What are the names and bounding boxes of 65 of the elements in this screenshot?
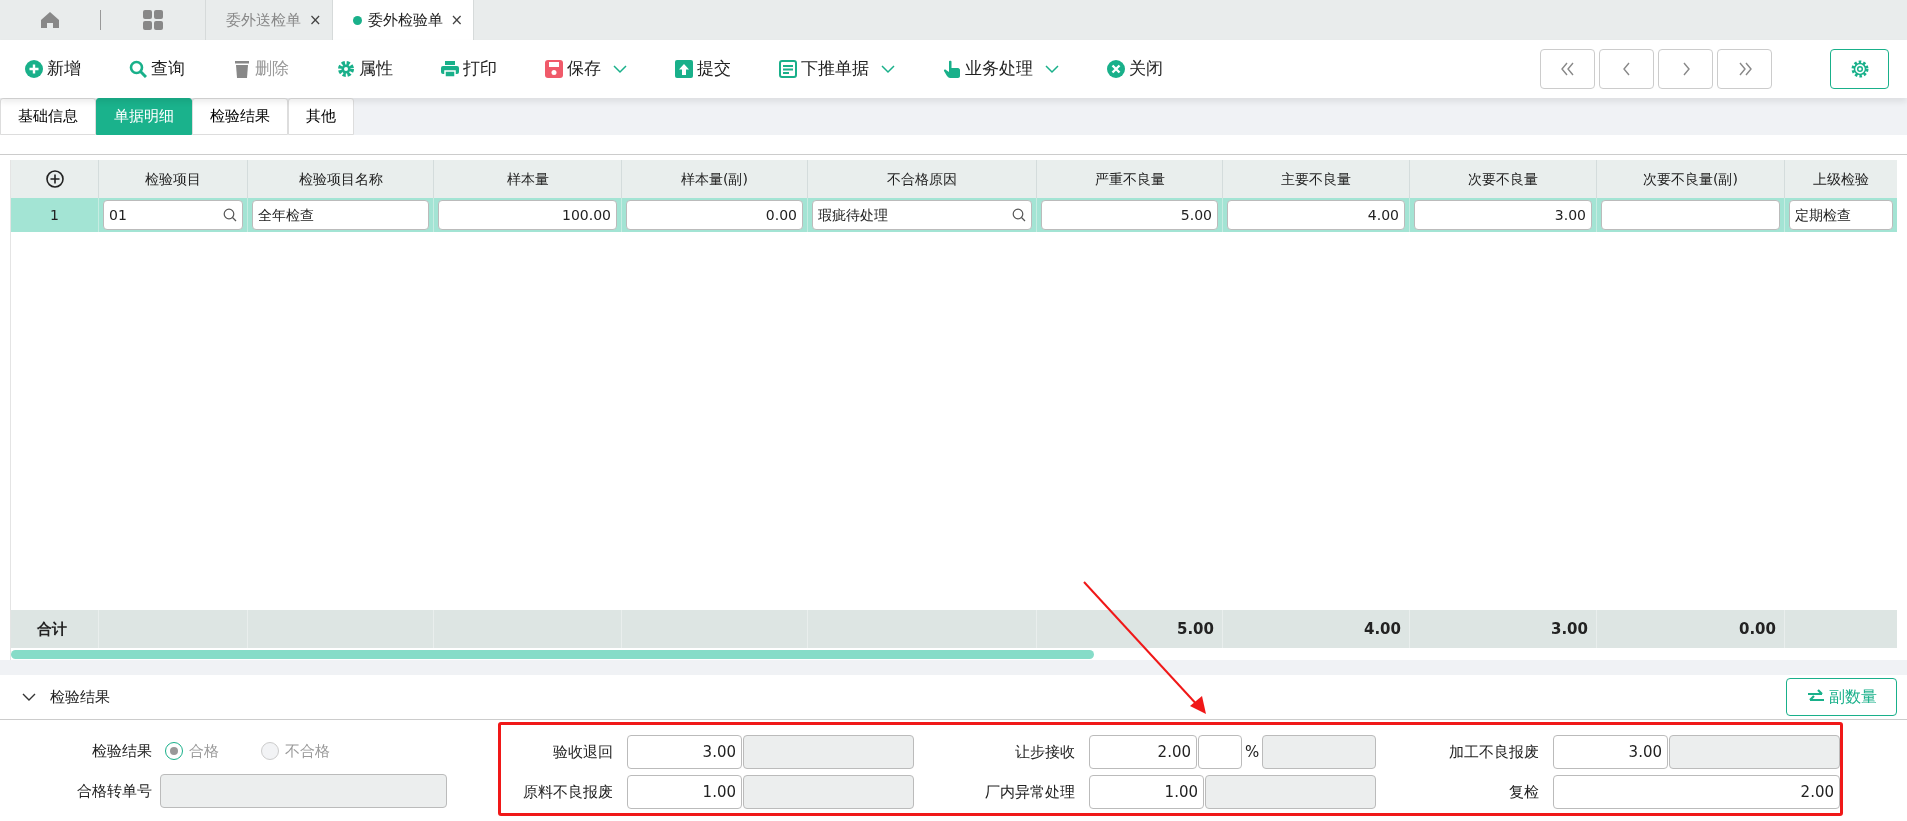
toolbar-button[interactable]: 业务处理 xyxy=(943,56,1059,82)
plus-circle-icon xyxy=(25,60,43,78)
field-label: 原料不良报废 xyxy=(522,781,614,803)
toolbar-button[interactable]: 打印 xyxy=(441,56,497,82)
trash-icon xyxy=(233,60,251,78)
lookup-field[interactable]: 瑕疵待处理 xyxy=(812,200,1032,230)
search-icon xyxy=(223,208,237,222)
field-label: 验收退回 xyxy=(552,741,614,763)
field-label: 加工不良报废 xyxy=(1448,741,1540,763)
number-field[interactable]: 5.00 xyxy=(1041,200,1218,230)
chevron-down-icon xyxy=(881,64,895,74)
number-field[interactable]: 100.00 xyxy=(438,200,617,230)
add-row-icon[interactable] xyxy=(45,170,64,188)
close-button[interactable]: × xyxy=(448,8,466,32)
section-tab[interactable]: 基础信息 xyxy=(0,98,96,135)
chevron-down-icon xyxy=(1045,64,1059,74)
transfer-number-field[interactable] xyxy=(160,774,447,808)
search-icon xyxy=(129,60,147,78)
toolbar-button[interactable]: 下推单据 xyxy=(779,56,895,82)
tab-label[interactable]: 委外检验单 xyxy=(367,8,443,32)
number-field[interactable]: 4.00 xyxy=(1227,200,1405,230)
toolbar-button[interactable]: 保存 xyxy=(545,56,627,82)
scrollbar-thumb[interactable] xyxy=(11,650,1094,659)
number-field[interactable]: 1.00 xyxy=(1089,775,1204,809)
text-field[interactable]: 定期检查 xyxy=(1789,200,1893,230)
number-field[interactable] xyxy=(1601,200,1780,230)
row-number: 1 xyxy=(11,198,99,232)
toolbar-button[interactable]: 属性 xyxy=(337,56,393,82)
field-label: 厂内异常处理 xyxy=(984,781,1076,803)
document-list-icon xyxy=(779,60,797,78)
close-button[interactable]: × xyxy=(307,8,324,32)
field-label: 复检 xyxy=(1508,781,1540,803)
percent-field[interactable] xyxy=(1198,735,1242,769)
document-tab[interactable]: 委外检验单 × xyxy=(331,0,474,40)
toolbar-button[interactable]: 提交 xyxy=(675,56,731,82)
upload-icon xyxy=(675,60,693,78)
section-tab[interactable]: 其他 xyxy=(288,98,354,135)
table-row[interactable]: 1 01 全年检查 100.00 0.00 瑕疵待处理 5.00 4.00 3.00 定期检查 xyxy=(11,198,1897,232)
gear-icon xyxy=(337,60,355,78)
toolbar-button[interactable]: 关闭 xyxy=(1107,56,1163,82)
number-field[interactable]: 3.00 xyxy=(1414,200,1592,230)
grid-icon[interactable] xyxy=(143,10,163,30)
unit-label: % xyxy=(1244,741,1261,763)
field-label: 让步接收 xyxy=(1014,741,1076,763)
printer-icon xyxy=(441,60,459,78)
field-label: 合格转单号 xyxy=(76,780,153,802)
section-title: 检验结果 xyxy=(50,686,110,708)
text-field[interactable]: 全年检查 xyxy=(252,200,429,230)
number-field[interactable]: 0.00 xyxy=(626,200,803,230)
section-tab[interactable]: 检验结果 xyxy=(192,98,288,135)
number-field[interactable]: 1.00 xyxy=(627,775,742,809)
close-circle-icon xyxy=(1107,60,1125,78)
search-icon xyxy=(1012,208,1026,222)
lookup-field[interactable]: 01 xyxy=(103,200,243,230)
active-dot xyxy=(352,15,362,25)
toolbar-button[interactable]: 查询 xyxy=(129,56,185,82)
number-field[interactable]: 2.00 xyxy=(1553,775,1840,809)
chevron-down-icon xyxy=(613,64,627,74)
toolbar-button[interactable]: 新增 xyxy=(25,56,81,82)
hand-pointer-icon xyxy=(943,60,961,78)
number-field[interactable]: 3.00 xyxy=(627,735,742,769)
number-field[interactable]: 2.00 xyxy=(1089,735,1197,769)
number-field[interactable]: 3.00 xyxy=(1553,735,1668,769)
field-label: 检验结果 xyxy=(91,740,153,762)
home-icon[interactable] xyxy=(40,11,60,29)
